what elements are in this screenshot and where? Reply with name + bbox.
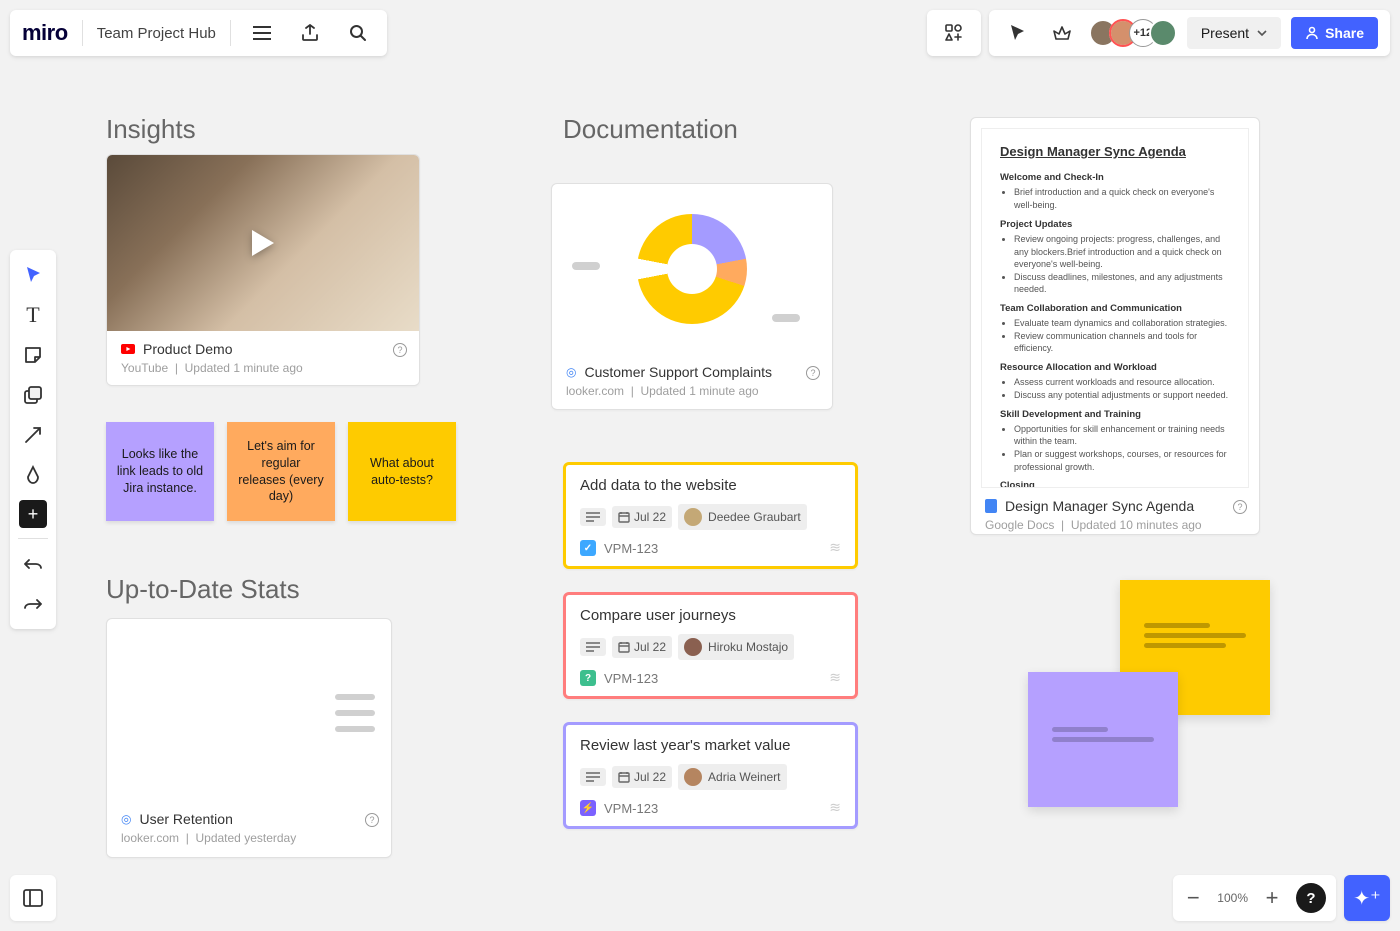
help-button[interactable]: ? bbox=[1296, 883, 1326, 913]
task-card[interactable]: Compare user journeys Jul 22 Hiroku Most… bbox=[563, 592, 858, 699]
description-icon[interactable] bbox=[580, 508, 606, 526]
info-icon[interactable]: ? bbox=[393, 343, 407, 357]
status-icon: ⚡ bbox=[580, 800, 596, 816]
sticky-note[interactable]: Looks like the link leads to old Jira in… bbox=[106, 422, 214, 521]
document-card[interactable]: Design Manager Sync Agenda Welcome and C… bbox=[970, 117, 1260, 535]
jira-icon: ≋ bbox=[829, 799, 841, 816]
stats-chart-card[interactable]: ◎User Retention looker.com | Updated yes… bbox=[106, 618, 392, 858]
frames-panel-button[interactable] bbox=[10, 875, 56, 921]
zoom-in-button[interactable]: + bbox=[1262, 885, 1282, 911]
zoom-out-button[interactable]: − bbox=[1183, 885, 1203, 911]
info-icon[interactable]: ? bbox=[1233, 500, 1247, 514]
youtube-icon bbox=[121, 344, 135, 354]
google-docs-icon bbox=[985, 499, 997, 513]
assignee-chip[interactable]: Adria Weinert bbox=[678, 764, 786, 790]
assignee-chip[interactable]: Hiroku Mostajo bbox=[678, 634, 794, 660]
description-icon[interactable] bbox=[580, 638, 606, 656]
section-stats-title: Up-to-Date Stats bbox=[106, 574, 300, 605]
chart-legend bbox=[335, 633, 375, 793]
date-chip[interactable]: Jul 22 bbox=[612, 766, 672, 788]
jira-icon: ≋ bbox=[829, 539, 841, 556]
donut-chart-card[interactable]: ◎Customer Support Complaints looker.com … bbox=[551, 183, 833, 410]
ai-assist-button[interactable]: ✦⁺ bbox=[1344, 875, 1390, 921]
assignee-chip[interactable]: Deedee Graubart bbox=[678, 504, 807, 530]
video-thumbnail[interactable] bbox=[107, 155, 419, 331]
bar-chart bbox=[123, 633, 321, 783]
status-icon: ? bbox=[580, 670, 596, 686]
date-chip[interactable]: Jul 22 bbox=[612, 506, 672, 528]
info-icon[interactable]: ? bbox=[365, 813, 379, 827]
chart-label bbox=[572, 262, 600, 270]
section-insights-title: Insights bbox=[106, 114, 196, 145]
sticky-note[interactable] bbox=[1028, 672, 1178, 807]
jira-icon: ≋ bbox=[829, 669, 841, 686]
task-card[interactable]: Add data to the website Jul 22 Deedee Gr… bbox=[563, 462, 858, 569]
sticky-note[interactable]: What about auto-tests? bbox=[348, 422, 456, 521]
chart-label bbox=[772, 314, 800, 322]
info-icon[interactable]: ? bbox=[806, 366, 820, 380]
sticky-note[interactable]: Let's aim for regular releases (every da… bbox=[227, 422, 335, 521]
zoom-level[interactable]: 100% bbox=[1217, 891, 1248, 905]
section-docs-title: Documentation bbox=[563, 114, 738, 145]
looker-icon: ◎ bbox=[566, 365, 576, 379]
play-icon[interactable] bbox=[252, 230, 274, 256]
donut-chart bbox=[637, 214, 747, 324]
video-embed-card[interactable]: Product Demo YouTube | Updated 1 minute … bbox=[106, 154, 420, 386]
looker-icon: ◎ bbox=[121, 812, 131, 826]
date-chip[interactable]: Jul 22 bbox=[612, 636, 672, 658]
task-card[interactable]: Review last year's market value Jul 22 A… bbox=[563, 722, 858, 829]
document-preview: Design Manager Sync Agenda Welcome and C… bbox=[981, 128, 1249, 488]
description-icon[interactable] bbox=[580, 768, 606, 786]
status-icon: ✓ bbox=[580, 540, 596, 556]
